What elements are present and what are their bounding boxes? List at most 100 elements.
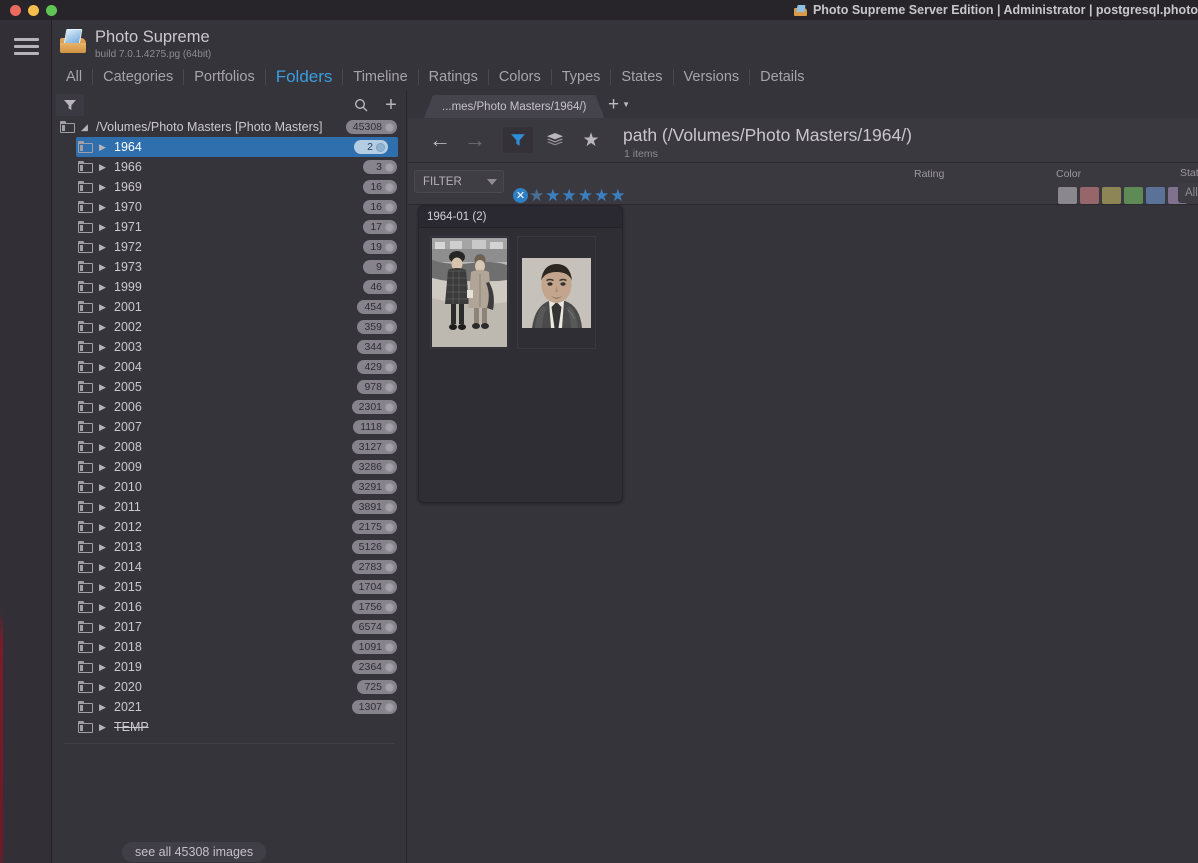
tab-ratings[interactable]: Ratings [419,69,489,85]
folder-row-2006[interactable]: ▶ 2006 2301 [52,397,407,417]
folder-row-2010[interactable]: ▶ 2010 3291 [52,477,407,497]
folder-row-1970[interactable]: ▶ 1970 16 [52,197,407,217]
tab-details[interactable]: Details [750,69,814,85]
thumbnail-cell[interactable] [517,236,596,349]
tab-types[interactable]: Types [552,69,612,85]
color-filter-swatches[interactable] [1058,187,1187,204]
funnel-icon[interactable] [503,127,533,153]
plus-icon[interactable]: + [377,94,405,116]
color-swatch-3[interactable] [1102,187,1121,204]
disclosure-triangle-icon[interactable]: ▶ [99,382,108,393]
disclosure-triangle-icon[interactable]: ▶ [99,722,108,733]
folder-row-1971[interactable]: ▶ 1971 17 [52,217,407,237]
folder-tree-root[interactable]: ◢ /Volumes/Photo Masters [Photo Masters] 4… [52,117,407,137]
arrow-left-icon[interactable]: ← [425,127,455,153]
folder-row-2008[interactable]: ▶ 2008 3127 [52,437,407,457]
disclosure-triangle-icon[interactable]: ▶ [99,482,108,493]
folder-row-1969[interactable]: ▶ 1969 16 [52,177,407,197]
rating-star-2[interactable]: ★ [545,187,560,204]
color-swatch-2[interactable] [1080,187,1099,204]
rating-star-1[interactable]: ★ [529,187,544,204]
folder-row-2002[interactable]: ▶ 2002 359 [52,317,407,337]
folder-row-2021[interactable]: ▶ 2021 1307 [52,697,407,717]
disclosure-triangle-icon[interactable]: ▶ [99,242,108,253]
rating-star-6[interactable]: ★ [610,187,625,204]
disclosure-triangle-icon[interactable]: ▶ [99,322,108,333]
folder-row-2018[interactable]: ▶ 2018 1091 [52,637,407,657]
disclosure-triangle-icon[interactable]: ▶ [99,582,108,593]
tab-folders[interactable]: Folders [266,68,344,85]
disclosure-triangle-icon[interactable]: ▶ [99,562,108,573]
tab-categories[interactable]: Categories [93,69,185,85]
folder-row-1972[interactable]: ▶ 1972 19 [52,237,407,257]
folder-row-1973[interactable]: ▶ 1973 9 [52,257,407,277]
content-tab[interactable]: ...mes/Photo Masters/1964/) [424,95,604,118]
arrow-right-icon[interactable]: → [460,127,490,153]
state-select[interactable]: All States [1178,183,1198,203]
folder-row-1966[interactable]: ▶ 1966 3 [52,157,407,177]
disclosure-triangle-icon[interactable]: ▶ [99,682,108,693]
disclosure-triangle-icon[interactable]: ▶ [99,362,108,373]
color-swatch-4[interactable] [1124,187,1143,204]
tab-portfolios[interactable]: Portfolios [184,69,266,85]
folder-row-2009[interactable]: ▶ 2009 3286 [52,457,407,477]
folder-row-temp[interactable]: ▶ TEMP [52,717,407,737]
disclosure-triangle-icon[interactable]: ▶ [99,642,108,653]
folder-row-2017[interactable]: ▶ 2017 6574 [52,617,407,637]
folder-row-2011[interactable]: ▶ 2011 3891 [52,497,407,517]
folder-row-2003[interactable]: ▶ 2003 344 [52,337,407,357]
thumbnail-cell[interactable] [430,236,509,349]
disclosure-triangle-icon[interactable]: ▶ [99,222,108,233]
disclosure-triangle-icon[interactable]: ▶ [99,182,108,193]
disclosure-triangle-icon[interactable]: ▶ [99,462,108,473]
disclosure-triangle-icon[interactable]: ▶ [99,142,108,153]
layers-icon[interactable] [540,127,570,153]
rating-star-5[interactable]: ★ [594,187,609,204]
disclosure-triangle-icon[interactable]: ▶ [99,202,108,213]
color-swatch-5[interactable] [1146,187,1165,204]
disclosure-triangle-icon[interactable]: ▶ [99,662,108,673]
folder-row-2012[interactable]: ▶ 2012 2175 [52,517,407,537]
disclosure-triangle-icon[interactable]: ▶ [99,282,108,293]
folder-row-2019[interactable]: ▶ 2019 2364 [52,657,407,677]
disclosure-triangle-icon[interactable]: ▶ [99,622,108,633]
folder-row-2007[interactable]: ▶ 2007 1118 [52,417,407,437]
hamburger-icon[interactable] [14,38,39,55]
folder-row-2020[interactable]: ▶ 2020 725 [52,677,407,697]
disclosure-triangle-icon[interactable]: ▶ [99,602,108,613]
folder-row-2013[interactable]: ▶ 2013 5126 [52,537,407,557]
tab-all[interactable]: All [56,69,94,85]
disclosure-triangle-icon[interactable]: ▶ [99,402,108,413]
disclosure-triangle-icon[interactable]: ▶ [99,342,108,353]
funnel-icon[interactable] [56,94,84,116]
filter-preset-select[interactable]: FILTER [414,170,504,193]
color-swatch-1[interactable] [1058,187,1077,204]
rating-star-4[interactable]: ★ [578,187,593,204]
add-tab-button[interactable]: + ▼ [608,95,630,114]
see-all-images-button[interactable]: see all 45308 images [122,842,267,862]
disclosure-triangle-icon[interactable]: ▶ [99,302,108,313]
folder-row-2004[interactable]: ▶ 2004 429 [52,357,407,377]
disclosure-triangle-icon[interactable]: ▶ [99,502,108,513]
rating-star-3[interactable]: ★ [562,187,577,204]
disclosure-triangle-icon[interactable]: ▶ [99,262,108,273]
star-icon[interactable]: ★ [576,127,606,153]
disclosure-triangle-icon[interactable]: ▶ [99,162,108,173]
tab-colors[interactable]: Colors [489,69,552,85]
folder-row-2015[interactable]: ▶ 2015 1704 [52,577,407,597]
disclosure-triangle-icon[interactable]: ▶ [99,702,108,713]
tab-versions[interactable]: Versions [674,69,751,85]
folder-row-1964[interactable]: ▶ 1964 2 [76,137,398,157]
disclosure-triangle-icon[interactable]: ▶ [99,422,108,433]
folder-row-2014[interactable]: ▶ 2014 2783 [52,557,407,577]
folder-row-2001[interactable]: ▶ 2001 454 [52,297,407,317]
folder-row-2016[interactable]: ▶ 2016 1756 [52,597,407,617]
disclosure-triangle-icon[interactable]: ◢ [81,122,90,133]
disclosure-triangle-icon[interactable]: ▶ [99,442,108,453]
search-icon[interactable] [347,94,375,116]
disclosure-triangle-icon[interactable]: ▶ [99,522,108,533]
disclosure-triangle-icon[interactable]: ▶ [99,542,108,553]
folder-row-2005[interactable]: ▶ 2005 978 [52,377,407,397]
tab-states[interactable]: States [611,69,674,85]
x-circle-icon[interactable]: ✕ [513,188,528,203]
